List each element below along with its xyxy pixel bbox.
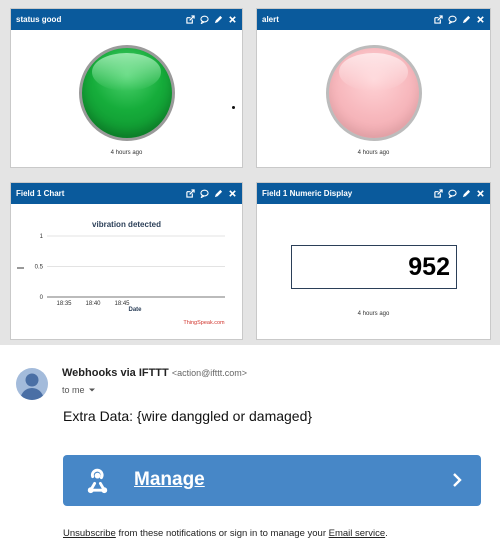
widget-title: Field 1 Numeric Display — [262, 189, 353, 198]
pencil-icon[interactable] — [461, 188, 472, 199]
thingspeak-dashboard: status good 4 hours ago alert 4 hours ag… — [0, 0, 500, 345]
close-icon[interactable] — [475, 14, 486, 25]
manage-button-label: Manage — [134, 469, 205, 490]
external-link-icon[interactable] — [185, 188, 196, 199]
x-tick-label: 18:35 — [56, 301, 72, 307]
recipient-toggle[interactable]: to me — [62, 385, 96, 395]
comment-icon[interactable] — [199, 188, 210, 199]
updated-time: 4 hours ago — [357, 150, 390, 156]
footer-end: . — [385, 528, 388, 539]
widget-header: Field 1 Chart — [11, 183, 242, 204]
comment-icon[interactable] — [447, 188, 458, 199]
external-link-icon[interactable] — [185, 14, 196, 25]
widget-field1-chart: Field 1 Chart vibration detected 0 0.5 1 18… — [10, 182, 243, 340]
y-tick-label: 0 — [40, 295, 44, 301]
widget-header: alert — [257, 9, 490, 30]
widget-header: Field 1 Numeric Display — [257, 183, 490, 204]
external-link-icon[interactable] — [433, 14, 444, 25]
footer-text: from these notifications or sign in to m… — [115, 528, 329, 539]
widget-header: status good — [11, 9, 242, 30]
comment-icon[interactable] — [199, 14, 210, 25]
widget-title: alert — [262, 15, 279, 24]
pencil-icon[interactable] — [461, 14, 472, 25]
updated-time: 4 hours ago — [110, 150, 143, 156]
external-link-icon[interactable] — [433, 188, 444, 199]
widget-alert: alert 4 hours ago — [256, 8, 491, 168]
numeric-display: 952 — [291, 245, 457, 289]
sender-avatar — [16, 368, 48, 400]
chevron-down-icon — [88, 388, 95, 392]
close-icon[interactable] — [475, 188, 486, 199]
widget-title: status good — [16, 15, 62, 24]
manage-button[interactable]: Manage — [63, 455, 481, 506]
y-tick-label: 1 — [40, 234, 44, 240]
email-body: Extra Data: {wire danggled or damaged} — [63, 408, 313, 424]
close-icon[interactable] — [227, 14, 238, 25]
x-axis-label: Date — [128, 307, 142, 313]
chevron-right-icon — [453, 473, 462, 487]
comment-icon[interactable] — [447, 14, 458, 25]
widget-status-good: status good 4 hours ago — [10, 8, 243, 168]
pencil-icon[interactable] — [213, 188, 224, 199]
y-tick-label: 0.5 — [35, 265, 44, 271]
recipient-label: to me — [62, 385, 85, 395]
sender-address: <action@ifttt.com> — [171, 368, 247, 378]
vibration-chart: 00.5118:35 18:40 18:45 Date ThingSpeak.com — [17, 234, 225, 326]
sender-line: Webhooks via IFTTT <action@ifttt.com> — [62, 367, 247, 379]
webhooks-icon — [87, 468, 108, 494]
alert-lamp-pink — [325, 45, 422, 141]
email-footer: Unsubscribe from these notifications or … — [63, 528, 388, 539]
widget-field1-numeric: Field 1 Numeric Display 952 4 hours ago — [256, 182, 491, 340]
widget-title: Field 1 Chart — [16, 189, 65, 198]
close-icon[interactable] — [227, 188, 238, 199]
pencil-icon[interactable] — [213, 14, 224, 25]
unsubscribe-link[interactable]: Unsubscribe — [63, 528, 116, 539]
status-lamp-green — [78, 45, 175, 141]
chart-watermark: ThingSpeak.com — [183, 320, 225, 326]
dot-marker — [232, 106, 235, 109]
updated-time: 4 hours ago — [357, 311, 390, 317]
email-service-link[interactable]: Email service — [329, 528, 386, 539]
sender-name: Webhooks via IFTTT — [62, 367, 169, 379]
x-tick-label: 18:40 — [85, 301, 101, 307]
